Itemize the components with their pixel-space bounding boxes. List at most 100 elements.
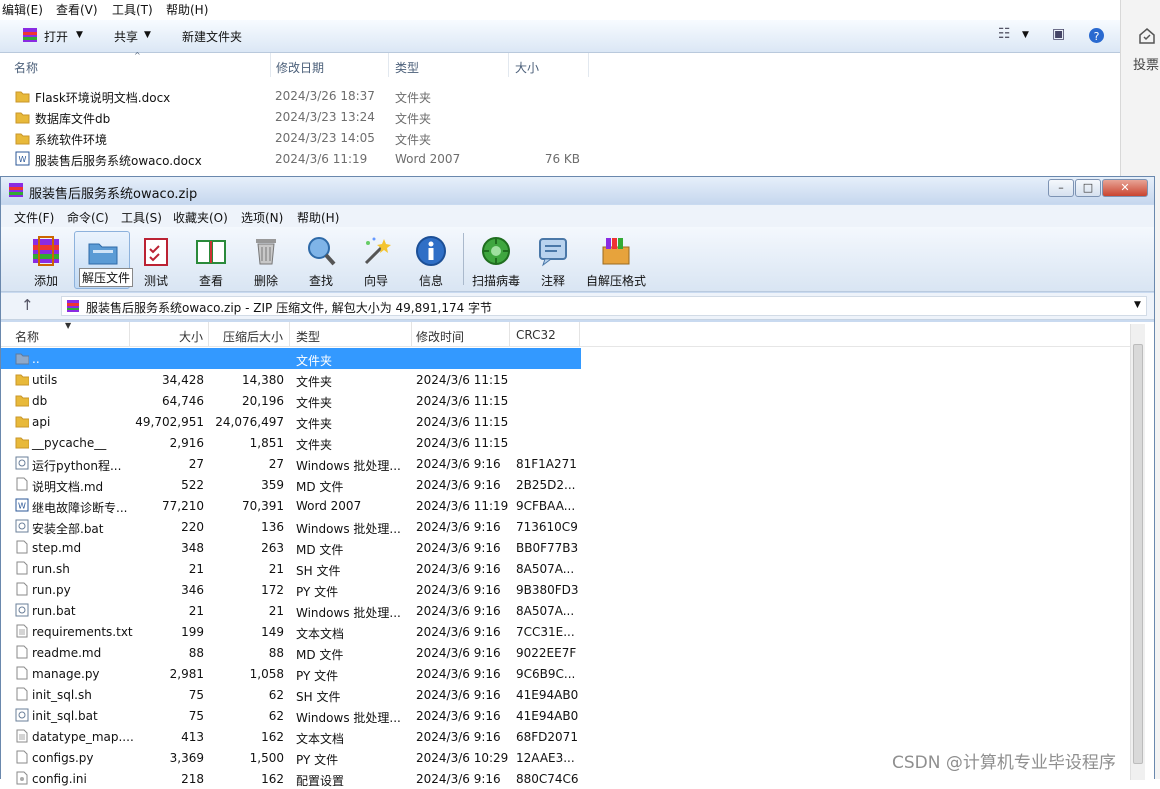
col-name[interactable]: 名称: [14, 59, 38, 76]
item-size: 346: [181, 583, 204, 597]
list-item[interactable]: run.sh 21 21 SH 文件 2024/3/6 9:16 8A507A...: [1, 558, 581, 579]
list-item[interactable]: datatype_map.... 413 162 文本文档 2024/3/6 9:16 6…: [1, 726, 581, 747]
scrollbar-thumb[interactable]: [1133, 344, 1143, 764]
title-bar[interactable]: 服装售后服务系统owaco.zip – □ ✕: [1, 177, 1154, 204]
list-item[interactable]: utils 34,428 14,380 文件夹 2024/3/6 11:15: [1, 369, 581, 390]
item-modified: 2024/3/6 9:16: [416, 583, 501, 597]
menu-tools[interactable]: 工具(T): [112, 1, 153, 18]
list-item[interactable]: api 49,702,951 24,076,497 文件夹 2024/3/6 11:15: [1, 411, 581, 432]
winrar-window: 服装售后服务系统owaco.zip – □ ✕ 文件(F) 命令(C) 工具(S…: [0, 176, 1155, 788]
menu-help[interactable]: 帮助(H): [297, 209, 339, 226]
item-modified: 2024/3/6 11:19: [416, 499, 509, 513]
scan-virus-button[interactable]: 扫描病毒: [468, 231, 524, 289]
list-item[interactable]: init_sql.sh 75 62 SH 文件 2024/3/6 9:16 41E94AB…: [1, 684, 581, 705]
view-button[interactable]: 查看: [183, 231, 239, 289]
sfx-button[interactable]: 自解压格式: [586, 231, 646, 289]
col-packed[interactable]: 压缩后大小: [223, 328, 283, 345]
list-item[interactable]: 运行python程... 27 27 Windows 批处理... 2024/3/6 9…: [1, 453, 581, 474]
chevron-down-icon[interactable]: ▼: [76, 30, 83, 40]
find-button[interactable]: 查找: [293, 231, 349, 289]
col-date[interactable]: 修改日期: [276, 59, 324, 76]
list-item[interactable]: requirements.txt 199 149 文本文档 2024/3/6 9:16 7…: [1, 621, 581, 642]
winrar-icon: [67, 300, 79, 312]
menu-options[interactable]: 选项(N): [241, 209, 283, 226]
col-size[interactable]: 大小: [515, 59, 539, 76]
column-divider[interactable]: [588, 53, 589, 77]
column-divider[interactable]: [129, 322, 130, 346]
close-button[interactable]: ✕: [1102, 179, 1148, 197]
open-button[interactable]: 打开: [44, 28, 68, 45]
col-crc[interactable]: CRC32: [516, 328, 556, 342]
chevron-down-icon[interactable]: ▼: [1134, 300, 1141, 310]
delete-button[interactable]: 删除: [238, 231, 294, 289]
minimize-button[interactable]: –: [1048, 179, 1074, 197]
column-divider[interactable]: [411, 322, 412, 346]
item-name: init_sql.sh: [32, 688, 92, 702]
col-modified[interactable]: 修改时间: [416, 328, 464, 345]
menu-help[interactable]: 帮助(H): [166, 1, 208, 18]
path-field[interactable]: 服装售后服务系统owaco.zip - ZIP 压缩文件, 解包大小为 49,8…: [61, 296, 1147, 316]
vote-icon[interactable]: [1137, 26, 1157, 46]
maximize-button[interactable]: □: [1075, 179, 1101, 197]
file-row[interactable]: 系统软件环境 2024/3/23 14:05 文件夹: [0, 128, 600, 148]
list-item[interactable]: 安装全部.bat 220 136 Windows 批处理... 2024/3/6 9:1…: [1, 516, 581, 537]
help-icon[interactable]: ?: [1088, 27, 1105, 44]
file-row[interactable]: 数据库文件db 2024/3/23 13:24 文件夹: [0, 107, 600, 127]
vote-label[interactable]: 投票: [1133, 54, 1159, 73]
item-name: api: [32, 415, 51, 429]
up-arrow-icon[interactable]: ↑: [21, 296, 34, 314]
item-type: 配置设置: [296, 774, 345, 788]
list-item[interactable]: 说明文档.md 522 359 MD 文件 2024/3/6 9:16 2B25D2...: [1, 474, 581, 495]
comment-button[interactable]: 注释: [525, 231, 581, 289]
col-name[interactable]: 名称: [15, 328, 39, 345]
menu-file[interactable]: 文件(F): [14, 209, 54, 226]
item-size: 199: [181, 625, 204, 639]
list-item[interactable]: manage.py 2,981 1,058 PY 文件 2024/3/6 9:16 9C6…: [1, 663, 581, 684]
list-item[interactable]: __pycache__ 2,916 1,851 文件夹 2024/3/6 11:15: [1, 432, 581, 453]
file-size: 76 KB: [544, 152, 580, 166]
column-divider[interactable]: [270, 53, 271, 77]
column-divider[interactable]: [579, 322, 580, 346]
item-packed-size: 1,058: [249, 667, 284, 681]
wizard-button[interactable]: 向导: [348, 231, 404, 289]
menu-edit[interactable]: 编辑(E): [2, 1, 43, 18]
parent-directory-row[interactable]: .. 文件夹: [1, 348, 581, 369]
column-divider[interactable]: [289, 322, 290, 346]
preview-pane-icon[interactable]: ▣: [1052, 26, 1065, 42]
chevron-down-icon[interactable]: ▼: [144, 30, 151, 40]
column-divider[interactable]: [388, 53, 389, 77]
info-button[interactable]: 信息: [403, 231, 459, 289]
list-item[interactable]: run.bat 21 21 Windows 批处理... 2024/3/6 9:16 8A…: [1, 600, 581, 621]
menu-tools[interactable]: 工具(S): [121, 209, 162, 226]
list-item[interactable]: init_sql.bat 75 62 Windows 批处理... 2024/3/6 9…: [1, 705, 581, 726]
col-type[interactable]: 类型: [296, 328, 320, 345]
new-folder-button[interactable]: 新建文件夹: [182, 28, 242, 45]
menu-favorites[interactable]: 收藏夹(O): [173, 209, 228, 226]
menu-view[interactable]: 查看(V): [56, 1, 98, 18]
view-options-icon[interactable]: ☷: [998, 26, 1011, 42]
file-row[interactable]: W 服装售后服务系统owaco.docx 2024/3/6 11:19 Word…: [0, 149, 600, 169]
list-item[interactable]: run.py 346 172 PY 文件 2024/3/6 9:16 9B380FD3: [1, 579, 581, 600]
column-divider[interactable]: [509, 322, 510, 346]
item-size: 348: [181, 541, 204, 555]
col-type[interactable]: 类型: [395, 59, 419, 76]
column-divider[interactable]: [208, 322, 209, 346]
col-size[interactable]: 大小: [179, 328, 203, 345]
share-button[interactable]: 共享: [114, 28, 138, 45]
list-item[interactable]: configs.py 3,369 1,500 PY 文件 2024/3/6 10:29 1…: [1, 747, 581, 768]
vertical-scrollbar[interactable]: [1130, 324, 1145, 780]
test-button[interactable]: 测试: [128, 231, 184, 289]
file-row[interactable]: Flask环境说明文档.docx 2024/3/26 18:37 文件夹: [0, 86, 600, 106]
chevron-down-icon[interactable]: ▼: [1022, 30, 1029, 40]
item-type: 文件夹: [296, 417, 333, 431]
item-type: 文件夹: [296, 396, 333, 410]
column-divider[interactable]: [508, 53, 509, 77]
menu-command[interactable]: 命令(C): [67, 209, 109, 226]
list-item[interactable]: db 64,746 20,196 文件夹 2024/3/6 11:15: [1, 390, 581, 411]
list-item[interactable]: readme.md 88 88 MD 文件 2024/3/6 9:16 9022EE7F: [1, 642, 581, 663]
add-button[interactable]: 添加: [18, 231, 74, 289]
explorer-menubar: 编辑(E) 查看(V) 工具(T) 帮助(H): [0, 0, 1120, 18]
info-icon: [416, 236, 446, 266]
list-item[interactable]: step.md 348 263 MD 文件 2024/3/6 9:16 BB0F77B3: [1, 537, 581, 558]
list-item[interactable]: W 继电故障诊断专... 77,210 70,391 Word 2007 2024/3/6…: [1, 495, 581, 516]
